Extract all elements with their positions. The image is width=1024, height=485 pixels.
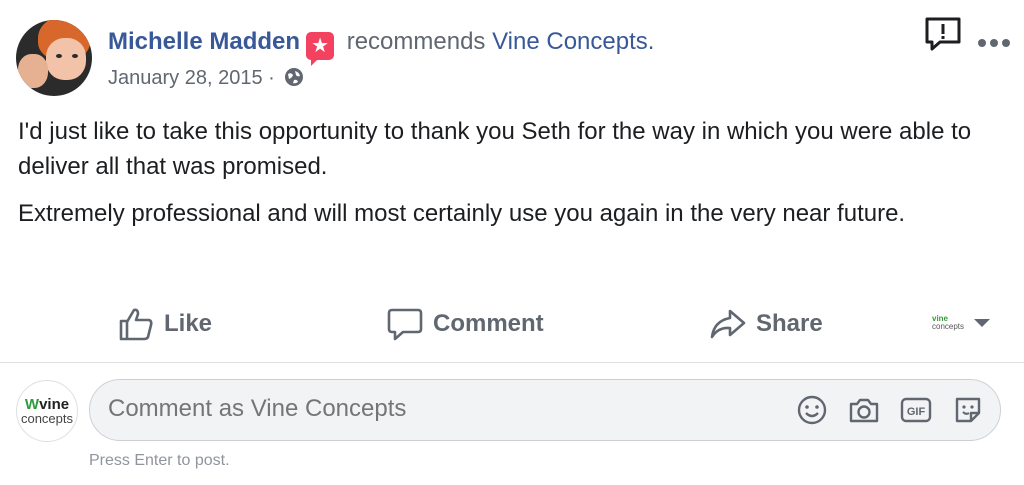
comment-label: Comment (433, 310, 544, 337)
share-arrow-icon (710, 309, 746, 339)
recommends-text: recommends (346, 28, 486, 55)
gif-icon[interactable]: GIF (900, 394, 932, 426)
vine-leaf-icon: W (24, 395, 40, 413)
author-avatar[interactable] (16, 20, 92, 96)
comment-box[interactable]: GIF (89, 379, 1001, 441)
globe-icon[interactable] (284, 67, 304, 93)
avatar-face-secondary (18, 54, 48, 88)
commenter-logo-top: Wvine (25, 397, 69, 412)
comment-button[interactable]: Comment (387, 306, 544, 342)
page-name-link[interactable]: Vine Concepts. (492, 28, 654, 55)
svg-text:GIF: GIF (907, 406, 926, 418)
like-label: Like (164, 310, 213, 337)
star-badge-icon: ★ (306, 32, 335, 66)
more-dots-icon[interactable] (977, 28, 1011, 54)
thumbs-up-icon (119, 308, 153, 341)
emoji-icon[interactable] (796, 394, 828, 426)
post-date-link[interactable]: January 28, 2015 · (108, 67, 275, 89)
post-paragraph: Extremely professional and will most cer… (18, 200, 906, 227)
post-paragraph: I'd just like to take this opportunity t… (18, 118, 972, 180)
comment-input[interactable] (108, 395, 758, 423)
page-selector[interactable]: vine concepts (932, 315, 992, 331)
mini-logo-bottom: concepts (932, 322, 965, 331)
speech-bubble-icon (387, 308, 423, 341)
share-label: Share (756, 310, 823, 337)
commenter-logo-word: vine (39, 395, 70, 413)
commenter-logo-bottom: concepts (20, 410, 74, 426)
sticker-icon[interactable] (952, 394, 984, 426)
avatar-face (46, 38, 86, 80)
avatar-eye (56, 54, 62, 58)
camera-icon[interactable] (848, 394, 880, 426)
divider (0, 362, 1024, 363)
author-name-link[interactable]: Michelle Madden (108, 28, 300, 55)
avatar-eye (72, 54, 78, 58)
vine-concepts-mini-logo: vine concepts (932, 315, 964, 331)
composer-tools: GIF (796, 394, 984, 426)
report-alert-icon[interactable] (924, 16, 962, 57)
post-timestamp-row: January 28, 2015 · (108, 66, 304, 93)
commenter-avatar[interactable]: Wvine concepts (16, 380, 78, 442)
chevron-down-icon (974, 319, 991, 327)
like-button[interactable]: Like (118, 306, 212, 342)
post-body: I'd just like to take this opportunity t… (18, 114, 1008, 243)
press-enter-hint: Press Enter to post. (89, 452, 230, 469)
post-header: Michelle Madden ★ recommends Vine Concept… (108, 28, 654, 66)
share-button[interactable]: Share (710, 306, 823, 342)
